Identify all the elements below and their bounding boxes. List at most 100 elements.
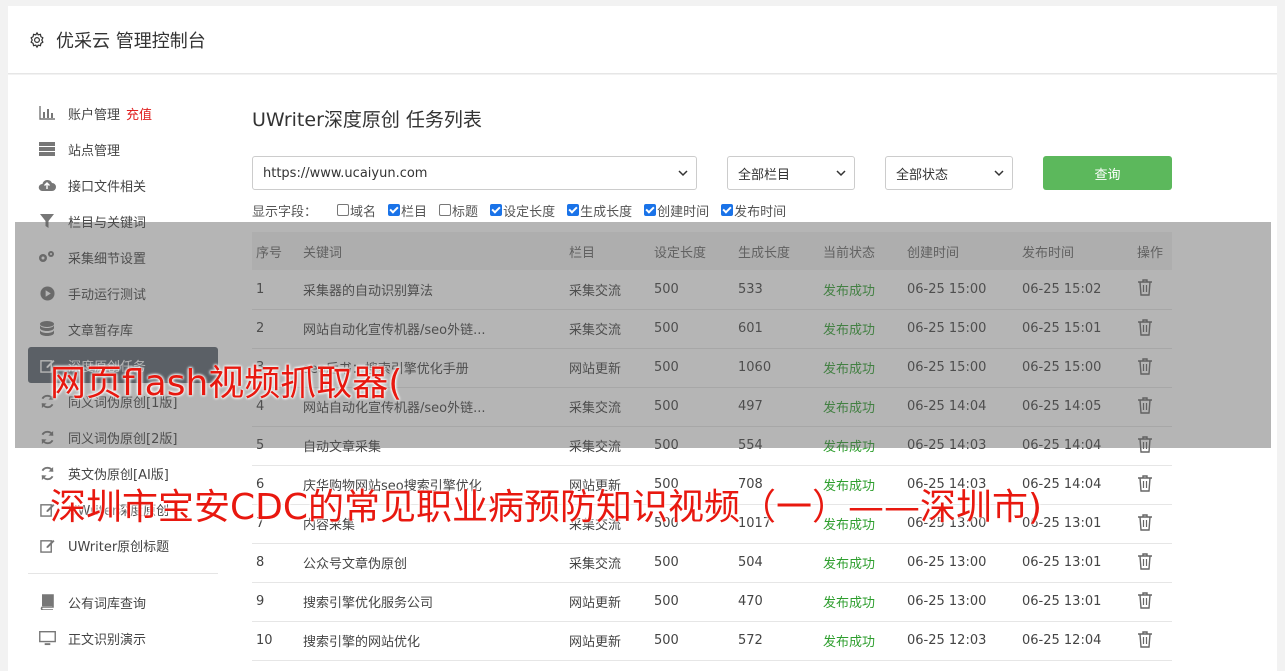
gear-icon — [28, 31, 46, 49]
table-cell: 500 — [650, 582, 734, 622]
table-cell: 搜索引擎优化服务公司 — [299, 582, 565, 622]
checkbox-label: 生成长度 — [580, 204, 633, 220]
edit-icon — [38, 537, 56, 553]
sidebar-item-label: 正文识别演示 — [68, 632, 147, 648]
book-icon — [38, 594, 56, 610]
refresh-icon — [38, 465, 56, 481]
sidebar-item-sites[interactable]: 站点管理 — [28, 131, 218, 167]
site-select-value: https://www.ucaiyun.com — [263, 165, 428, 181]
display-fields-label: 显示字段： — [252, 204, 318, 220]
sidebar-item-body-recognition[interactable]: 正文识别演示 — [28, 620, 218, 656]
site-select[interactable]: https://www.ucaiyun.com — [252, 156, 697, 190]
watermark-line-2: 深圳市宝安CDC的常见职业病预防知识视频（一）——深圳市) — [50, 487, 1043, 528]
main-content: UWriter深度原创 任务列表 https://www.ucaiyun.com… — [252, 95, 1172, 661]
table-cell: 06-25 13:01 — [1018, 543, 1133, 583]
checkbox[interactable] — [439, 204, 452, 216]
trash-icon[interactable] — [1137, 552, 1153, 570]
sidebar-item-label: UWriter原创标题 — [68, 539, 170, 555]
trash-icon[interactable] — [1137, 474, 1153, 492]
field-checkbox-title[interactable]: 标题 — [439, 201, 478, 220]
table-cell: 发布成功 — [819, 582, 903, 622]
checkbox[interactable] — [490, 204, 503, 216]
table-row: 8 公众号文章伪原创 采集交流 500 504 发布成功 06-25 13:00 06-25 … — [252, 543, 1172, 583]
sidebar-item-interface-files[interactable]: 接口文件相关 — [28, 167, 218, 203]
sidebar-item-uwriter-title[interactable]: UWriter原创标题 — [28, 527, 218, 563]
table-cell-actions — [1133, 465, 1172, 505]
table-cell-actions — [1133, 582, 1172, 622]
table-cell: 06-25 13:00 — [903, 582, 1018, 622]
checkbox-label: 标题 — [452, 204, 479, 220]
server-icon — [38, 141, 56, 157]
table-cell: 8 — [252, 543, 299, 583]
table-cell: 发布成功 — [819, 621, 903, 661]
field-checkbox-published[interactable]: 发布时间 — [721, 201, 786, 220]
cloud-upload-icon — [38, 177, 56, 193]
table-cell: 500 — [650, 621, 734, 661]
chevron-down-icon — [994, 167, 1004, 177]
status-select-value: 全部状态 — [896, 167, 949, 183]
recharge-link[interactable]: 充值 — [126, 104, 152, 123]
table-cell: 06-25 12:03 — [903, 621, 1018, 661]
table-cell: 发布成功 — [819, 543, 903, 583]
filter-bar: https://www.ucaiyun.com 全部栏目 全部状态 查询 — [252, 156, 1172, 190]
table-cell: 500 — [650, 543, 734, 583]
query-button[interactable]: 查询 — [1043, 156, 1172, 190]
table-row: 9 搜索引擎优化服务公司 网站更新 500 470 发布成功 06-25 13:00 06-2… — [252, 582, 1172, 622]
table-cell-actions — [1133, 504, 1172, 544]
table-cell: 10 — [252, 621, 299, 661]
table-cell: 572 — [734, 621, 819, 661]
top-header: 优采云 管理控制台 — [8, 6, 1277, 74]
table-cell: 06-25 13:01 — [1018, 582, 1133, 622]
trash-icon[interactable] — [1137, 513, 1153, 531]
watermark-line-1: 网页flash视频抓取器( — [50, 363, 403, 404]
table-cell: 采集交流 — [565, 543, 650, 583]
sidebar-item-label: 公有词库查询 — [68, 596, 147, 612]
app-title: 优采云 管理控制台 — [56, 30, 206, 52]
sidebar-item-label: 接口文件相关 — [68, 179, 147, 195]
column-select-value: 全部栏目 — [738, 167, 791, 183]
field-checkbox-column[interactable]: 栏目 — [388, 201, 427, 220]
sidebar-item-public-lexicon[interactable]: 公有词库查询 — [28, 584, 218, 620]
checkbox[interactable] — [388, 204, 401, 216]
status-select[interactable]: 全部状态 — [885, 156, 1013, 190]
checkbox-label: 栏目 — [401, 204, 428, 220]
checkbox-label: 域名 — [350, 204, 377, 220]
table-cell: 网站更新 — [565, 621, 650, 661]
table-row: 10 搜索引擎的网站优化 网站更新 500 572 发布成功 06-25 12:03 06-2… — [252, 621, 1172, 661]
checkbox[interactable] — [337, 204, 350, 216]
monitor-icon — [38, 630, 56, 646]
chevron-down-icon — [678, 167, 688, 177]
trash-icon[interactable] — [1137, 591, 1153, 609]
field-checkbox-gen-length[interactable]: 生成长度 — [567, 201, 632, 220]
table-cell: 公众号文章伪原创 — [299, 543, 565, 583]
checkbox[interactable] — [721, 204, 734, 216]
checkbox-label: 创建时间 — [657, 204, 710, 220]
table-cell-actions — [1133, 543, 1172, 583]
field-checkbox-domain[interactable]: 域名 — [337, 201, 376, 220]
sidebar-item-label: 站点管理 — [68, 143, 121, 159]
sidebar-item-account[interactable]: 账户管理 充值 — [28, 95, 218, 131]
page-title: UWriter深度原创 任务列表 — [252, 109, 482, 131]
table-cell: 06-25 12:04 — [1018, 621, 1133, 661]
field-checkbox-created[interactable]: 创建时间 — [644, 201, 709, 220]
field-checkbox-set-length[interactable]: 设定长度 — [490, 201, 555, 220]
table-cell: 网站更新 — [565, 582, 650, 622]
checkbox-label: 设定长度 — [503, 204, 556, 220]
sidebar-divider — [28, 573, 218, 574]
table-cell-actions — [1133, 621, 1172, 661]
bar-chart-icon — [38, 105, 56, 121]
display-fields: 显示字段： 域名 栏目 标题 设定长度 生成长度 创建时间 发布时间 — [252, 201, 798, 220]
sidebar-item-label: 账户管理 — [68, 107, 121, 123]
column-select[interactable]: 全部栏目 — [727, 156, 855, 190]
overlay-band — [15, 222, 1271, 448]
chevron-down-icon — [836, 167, 846, 177]
checkbox-label: 发布时间 — [734, 204, 787, 220]
checkbox[interactable] — [567, 204, 580, 216]
table-cell: 470 — [734, 582, 819, 622]
table-cell: 9 — [252, 582, 299, 622]
sidebar-item-label: 英文伪原创[AI版] — [68, 467, 169, 483]
checkbox[interactable] — [644, 204, 657, 216]
table-cell: 搜索引擎的网站优化 — [299, 621, 565, 661]
trash-icon[interactable] — [1137, 630, 1153, 648]
table-cell: 06-25 13:00 — [903, 543, 1018, 583]
